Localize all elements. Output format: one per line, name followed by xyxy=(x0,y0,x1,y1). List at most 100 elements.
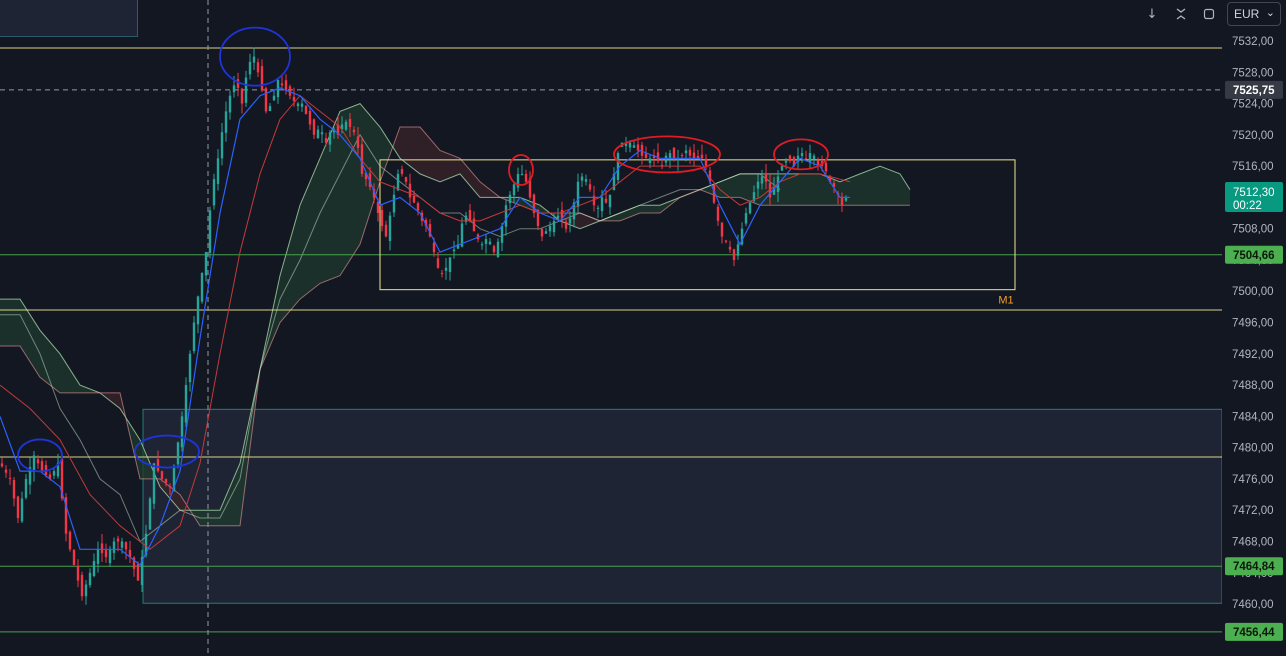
candle-body xyxy=(700,154,704,159)
cloud-segment xyxy=(745,173,750,202)
candle-body xyxy=(540,228,544,237)
arrow-down-icon: ↓ xyxy=(1146,6,1158,22)
candle-body xyxy=(228,95,232,113)
candle-body xyxy=(176,442,180,465)
candle-body xyxy=(224,111,228,133)
cloud-segment xyxy=(650,205,655,214)
candle-body xyxy=(716,206,720,221)
cloud-segment xyxy=(425,132,430,178)
candle-body xyxy=(440,272,444,274)
candle-body xyxy=(160,471,164,479)
demand-zone xyxy=(142,408,1223,604)
currency-label: EUR xyxy=(1234,7,1260,21)
collapse-button[interactable] xyxy=(1169,3,1193,25)
maximize-icon xyxy=(1203,8,1215,20)
candle-body xyxy=(720,222,724,237)
candle-body xyxy=(384,224,388,237)
candle-body xyxy=(588,184,592,190)
candle-body xyxy=(616,153,620,180)
candle-body xyxy=(732,249,736,260)
chart-canvas[interactable]: M1 7532,00 7528,00 7524,00 7520,00 7516,00 751… xyxy=(0,0,1286,656)
candle-body xyxy=(212,179,216,206)
candle-body xyxy=(168,486,172,488)
candle-body xyxy=(24,478,28,498)
candle-body xyxy=(544,231,548,234)
candle-body xyxy=(672,147,676,159)
cloud-segment xyxy=(740,173,745,200)
candle-body xyxy=(784,160,788,163)
candle-body xyxy=(244,77,248,103)
candle-body xyxy=(148,498,152,530)
candle-body xyxy=(40,461,44,472)
candle-body xyxy=(4,469,8,473)
cloud-segment xyxy=(885,168,890,206)
candle-body xyxy=(452,249,456,252)
candle-body xyxy=(788,155,792,161)
candle-body xyxy=(640,144,644,156)
candle-body xyxy=(164,479,168,483)
candle-body xyxy=(692,152,696,159)
candle-body xyxy=(388,215,392,241)
candle-body xyxy=(260,66,264,91)
cloud-segment xyxy=(445,152,450,180)
candle-body xyxy=(196,296,200,325)
candle-body xyxy=(216,158,220,184)
hand-drawn-circle-blue xyxy=(17,438,63,473)
candle-body xyxy=(500,226,504,243)
candle-body xyxy=(284,80,288,91)
candle-body xyxy=(220,132,224,159)
hand-drawn-circle-red xyxy=(613,135,721,174)
candle-body xyxy=(756,181,760,189)
candle-body xyxy=(600,197,604,212)
cloud-segment xyxy=(400,127,405,163)
cloud-segment xyxy=(455,156,460,176)
cloud-segment xyxy=(0,299,5,346)
cloud-segment xyxy=(795,173,800,206)
level-price-tag: 7504,66 xyxy=(1233,250,1275,262)
candle-body xyxy=(408,183,412,198)
candle-body xyxy=(448,257,452,272)
candle-body xyxy=(8,477,12,479)
currency-select[interactable]: EUR ⌄ xyxy=(1227,2,1281,26)
candle-body xyxy=(804,158,808,160)
candle-body xyxy=(512,184,516,196)
candle-body xyxy=(492,246,496,253)
maximize-button[interactable] xyxy=(1197,3,1221,25)
candle-body xyxy=(84,584,88,597)
candle-body xyxy=(524,173,528,182)
cloud-segment xyxy=(855,173,860,206)
cloud-segment xyxy=(325,134,330,282)
price-tick-label: 7468,00 xyxy=(1232,536,1274,548)
candle-body xyxy=(328,132,332,145)
cloud-segment xyxy=(15,299,20,346)
candle-body xyxy=(632,145,636,148)
cloud-segment xyxy=(320,146,325,284)
cloud-segment xyxy=(720,179,725,198)
cloud-segment xyxy=(860,171,865,206)
candle-body xyxy=(552,220,556,233)
price-tick-label: 7476,00 xyxy=(1232,474,1274,486)
cloud-segment xyxy=(895,171,900,206)
candle-body xyxy=(580,176,584,181)
candle-body xyxy=(200,272,204,302)
candle-body xyxy=(68,531,72,550)
candle-body xyxy=(608,194,612,208)
cloud-segment xyxy=(420,127,425,176)
candle-body xyxy=(504,205,508,227)
candle-body xyxy=(548,226,552,232)
price-tick-label: 7516,00 xyxy=(1232,161,1274,173)
cloud-segment xyxy=(810,173,815,206)
cloud-segment xyxy=(20,299,25,354)
scroll-down-button[interactable]: ↓ xyxy=(1140,3,1164,25)
candle-body xyxy=(436,258,440,268)
price-tick-label: 7492,00 xyxy=(1232,349,1274,361)
candle-body xyxy=(508,194,512,204)
candle-body xyxy=(264,88,268,112)
candle-body xyxy=(192,322,196,352)
cloud-segment xyxy=(820,173,825,206)
cloud-segment xyxy=(5,299,10,346)
candle-body xyxy=(204,252,208,276)
cloud-segment xyxy=(875,166,880,206)
candle-body xyxy=(728,246,732,250)
price-tick-label: 7480,00 xyxy=(1232,443,1274,455)
